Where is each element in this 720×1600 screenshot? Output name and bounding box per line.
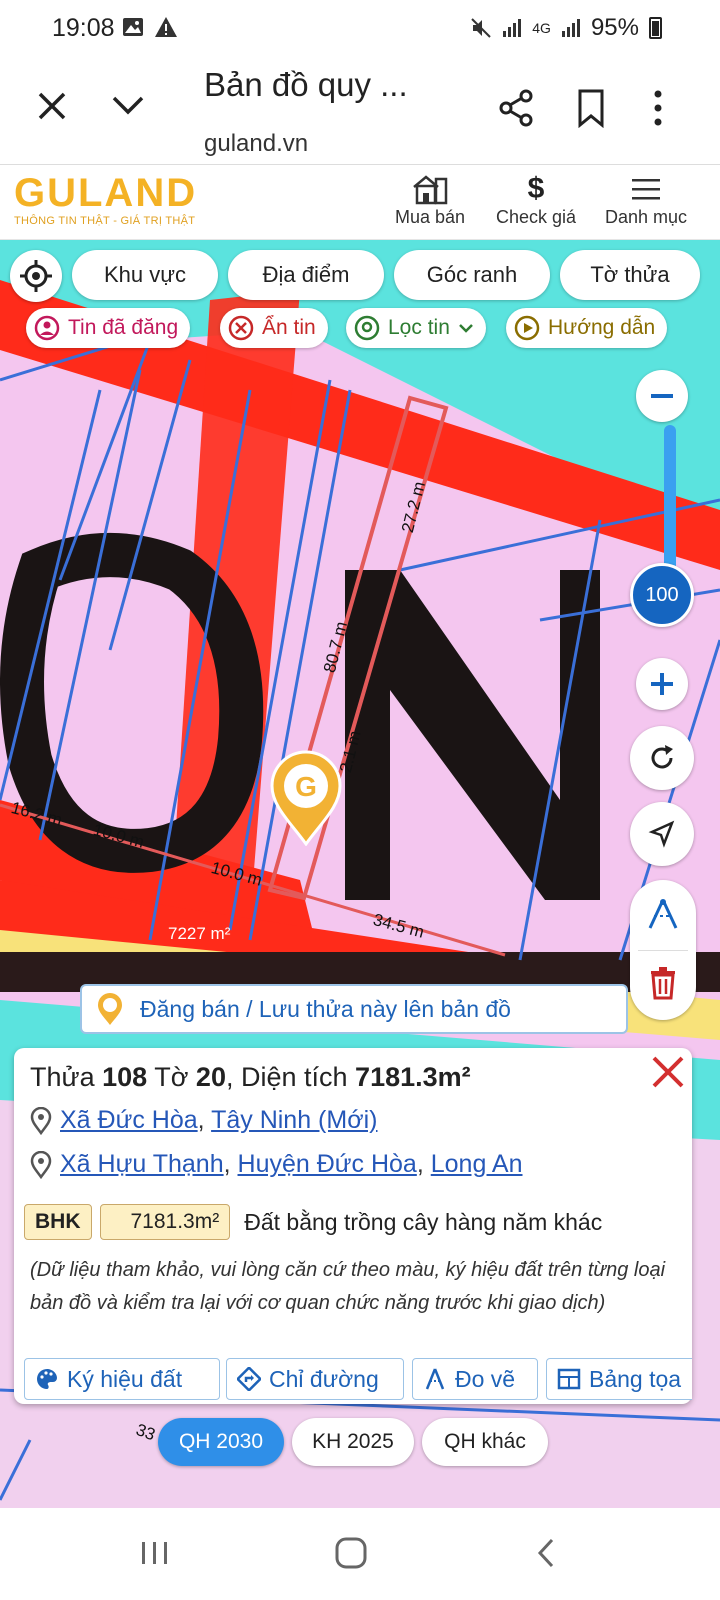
- plan-2030-chip[interactable]: QH 2030: [158, 1418, 284, 1466]
- share-icon[interactable]: [496, 88, 536, 128]
- refresh-button[interactable]: [630, 726, 694, 790]
- compass-draw-icon[interactable]: [644, 896, 682, 934]
- land-legend-button[interactable]: Ký hiệu đất: [24, 1358, 220, 1400]
- minus-icon: [651, 394, 673, 398]
- drawing-tools-panel: [630, 880, 696, 1020]
- page-url[interactable]: guland.vn: [204, 130, 308, 158]
- province-link[interactable]: Tây Ninh (Mới): [211, 1106, 377, 1134]
- dollar-icon: $: [527, 172, 545, 205]
- palette-icon: [37, 1369, 57, 1389]
- zoom-out-button[interactable]: [636, 370, 688, 422]
- refresh-icon: [651, 745, 673, 769]
- home-icon[interactable]: [334, 1536, 368, 1570]
- land-type: Đất bằng trồng cây hàng năm khác: [244, 1208, 603, 1235]
- land-area-badge: 7181.3m²: [99, 1204, 231, 1240]
- posted-listings-button[interactable]: Tin đã đăng: [26, 308, 191, 348]
- province-link[interactable]: Long An: [431, 1150, 523, 1178]
- signal-icon: [503, 19, 522, 37]
- my-location-button[interactable]: [10, 250, 62, 302]
- navigate-button[interactable]: [630, 802, 694, 866]
- navigation-arrow-icon: [648, 820, 675, 848]
- svg-text:G: G: [295, 771, 317, 802]
- mute-icon: [471, 18, 491, 38]
- filter-listings-dropdown[interactable]: Lọc tin: [346, 308, 486, 348]
- district-link[interactable]: Huyện Đức Hòa: [238, 1150, 417, 1178]
- battery-percent: 95%: [590, 14, 639, 41]
- house-icon: [413, 175, 448, 205]
- compass-draw-icon: [425, 1368, 445, 1390]
- location-pin-icon: [354, 315, 380, 341]
- person-circle-icon: [34, 315, 60, 341]
- parcel-actions: Ký hiệu đất Chỉ đường Đo vẽ Bảng tọa: [24, 1358, 692, 1402]
- more-options-icon[interactable]: [650, 88, 666, 128]
- hide-listings-button[interactable]: Ẩn tin: [220, 308, 328, 348]
- measure-button[interactable]: Đo vẽ: [412, 1358, 538, 1400]
- network-type: 4G: [532, 20, 551, 36]
- status-bar: 19:08 4G 95%: [0, 0, 720, 58]
- trash-icon[interactable]: [648, 966, 678, 1000]
- directions-button[interactable]: Chỉ đường: [226, 1358, 404, 1400]
- commune-link[interactable]: Xã Đức Hòa: [60, 1106, 198, 1134]
- chip-boundary[interactable]: Góc ranh: [394, 250, 550, 300]
- address-new: Xã Đức Hòa, Tây Ninh (Mới): [30, 1106, 377, 1135]
- cancel-circle-icon: [228, 315, 254, 341]
- address-old: Xã Hựu Thạnh, Huyện Đức Hòa, Long An: [30, 1150, 523, 1179]
- crosshair-icon: [20, 260, 52, 292]
- nav-menu[interactable]: Danh mục: [600, 171, 692, 228]
- chip-area[interactable]: Khu vực: [72, 250, 218, 300]
- status-time: 19:08: [52, 14, 115, 42]
- signal-icon-2: [561, 19, 580, 37]
- site-header: GULAND THÔNG TIN THẬT - GIÁ TRỊ THẬT Mua…: [0, 164, 720, 240]
- post-parcel-banner[interactable]: Đăng bán / Lưu thửa này lên bản đồ: [80, 984, 628, 1034]
- chevron-down-icon[interactable]: [108, 88, 148, 124]
- coordinate-table-button[interactable]: Bảng tọa: [546, 1358, 692, 1400]
- nav-buy-sell[interactable]: Mua bán: [390, 171, 470, 228]
- table-icon: [557, 1368, 581, 1390]
- location-pin-icon: [30, 1150, 52, 1179]
- plan-other-chip[interactable]: QH khác: [422, 1418, 548, 1466]
- recent-apps-icon[interactable]: [138, 1538, 172, 1568]
- map-view[interactable]: Khu vực Địa điểm Góc ranh Tờ thửa Tin đã…: [0, 240, 720, 1508]
- play-circle-icon: [514, 315, 540, 341]
- guide-button[interactable]: Hướng dẫn: [506, 308, 668, 348]
- chip-parcel-sheet[interactable]: Tờ thửa: [560, 250, 700, 300]
- land-code-badge: BHK: [24, 1204, 92, 1240]
- parcel-info-panel: Thửa 108 Tờ 20, Diện tích 7181.3m² Xã Đứ…: [14, 1048, 692, 1404]
- guland-logo[interactable]: GULAND THÔNG TIN THẬT - GIÁ TRỊ THẬT: [14, 173, 197, 227]
- guland-pin-icon: [98, 993, 122, 1025]
- back-icon[interactable]: [534, 1536, 558, 1570]
- image-icon: [123, 18, 143, 36]
- area-label: 7227 m²: [168, 924, 231, 943]
- chip-location[interactable]: Địa điểm: [228, 250, 384, 300]
- battery-icon: [649, 17, 662, 39]
- plus-icon: [651, 673, 673, 695]
- parcel-title: Thửa 108 Tờ 20, Diện tích 7181.3m²: [30, 1062, 471, 1092]
- bookmark-icon[interactable]: [574, 88, 608, 128]
- close-icon[interactable]: [650, 1054, 686, 1090]
- page-title: Bản đồ quy ...: [204, 66, 408, 103]
- parcel-marker-icon[interactable]: G: [268, 748, 344, 846]
- browser-toolbar: Bản đồ quy ... guland.vn: [0, 58, 720, 164]
- warning-icon: [155, 17, 177, 37]
- system-nav-bar: [0, 1508, 720, 1600]
- menu-icon: [632, 179, 660, 200]
- location-pin-icon: [30, 1106, 52, 1135]
- close-icon[interactable]: [34, 88, 70, 124]
- commune-link[interactable]: Xã Hựu Thạnh: [60, 1150, 224, 1178]
- directions-icon: [237, 1367, 261, 1391]
- disclaimer-note: (Dữ liệu tham khảo, vui lòng căn cứ theo…: [30, 1259, 666, 1314]
- chevron-down-icon: [458, 324, 473, 333]
- nav-check-price[interactable]: $ Check giá: [490, 171, 582, 228]
- zoom-level-handle[interactable]: 100: [630, 563, 694, 627]
- plan-2025-chip[interactable]: KH 2025: [292, 1418, 414, 1466]
- zoom-in-button[interactable]: [636, 658, 688, 710]
